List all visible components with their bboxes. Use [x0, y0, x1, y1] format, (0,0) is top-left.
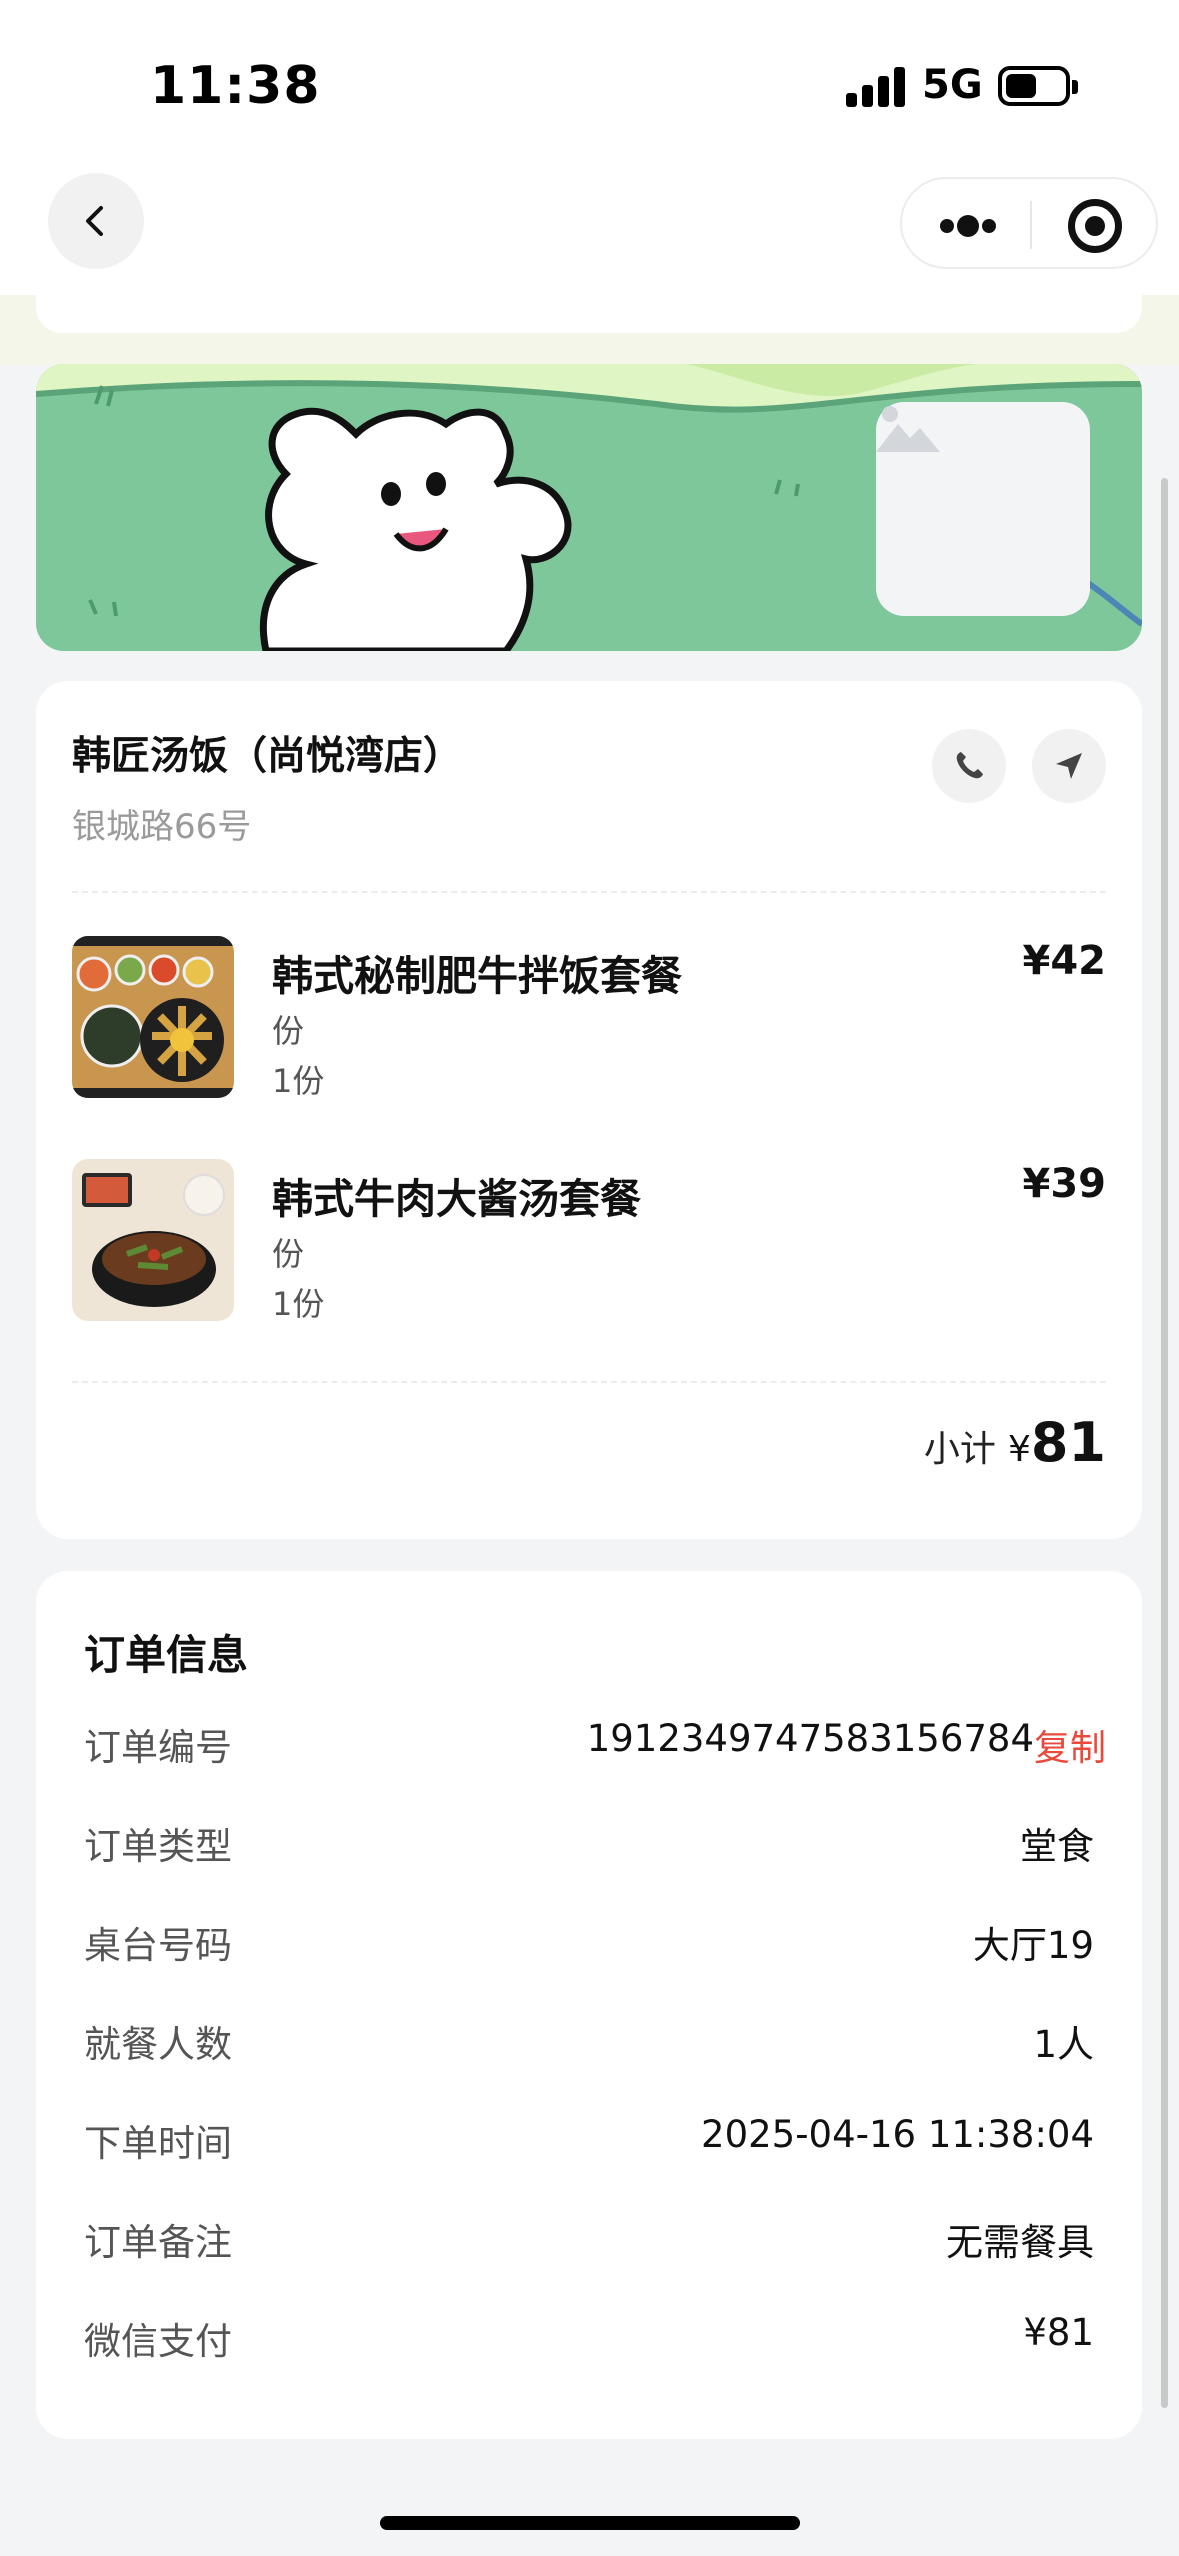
- item-unit: 份: [272, 1012, 305, 1050]
- row-label: 就餐人数: [84, 2023, 232, 2066]
- bibimbap-image: [72, 936, 234, 1098]
- signal-icon: [846, 65, 906, 107]
- nav-bar: [0, 165, 1179, 295]
- item-quantity: 1份: [272, 1062, 325, 1100]
- top-strip: [0, 295, 1179, 365]
- store-name: 韩匠汤饭（尚悦湾店）: [72, 734, 463, 779]
- row-value: 无需餐具: [946, 2221, 1094, 2264]
- row-label: 订单编号: [84, 1726, 232, 1769]
- item-price: ¥42: [1022, 938, 1107, 984]
- order-number-row: 订单编号 1912349747583156784 复制: [84, 1717, 1106, 1777]
- subtotal-amount: 81: [1030, 1411, 1106, 1474]
- target-circle-icon[interactable]: [1068, 199, 1122, 253]
- stew-image: [72, 1159, 234, 1321]
- order-item: 韩式牛肉大酱汤套餐 份 1份 ¥39: [72, 1159, 1106, 1324]
- item-unit: 份: [272, 1235, 305, 1273]
- row-value: ¥81: [1023, 2311, 1094, 2354]
- divider: [72, 891, 1106, 893]
- phone-icon: [956, 752, 983, 779]
- order-type-row: 订单类型 堂食: [84, 1816, 1106, 1876]
- image-placeholder-icon: [876, 406, 940, 452]
- item-price: ¥39: [1022, 1161, 1107, 1207]
- row-label: 桌台号码: [84, 1924, 232, 1967]
- store-card: 韩匠汤饭（尚悦湾店） 银城路66号 韩式秘制肥牛拌饭套餐 份 1份 ¥42 韩式…: [36, 681, 1142, 1539]
- home-indicator[interactable]: [380, 2516, 800, 2530]
- chevron-left-icon: [86, 206, 103, 236]
- scrollbar[interactable]: [1161, 478, 1168, 2408]
- item-quantity: 1份: [272, 1285, 325, 1323]
- subtotal-label: 小计: [923, 1429, 996, 1470]
- order-note-row: 订单备注 无需餐具: [84, 2212, 1106, 2272]
- navigate-arrow-icon: [1056, 753, 1082, 779]
- row-label: 下单时间: [84, 2122, 232, 2165]
- order-info-title: 订单信息: [84, 1631, 248, 1679]
- diners-row: 就餐人数 1人: [84, 2014, 1106, 2074]
- status-time: 11:38: [150, 56, 321, 116]
- mini-program-capsule: [900, 177, 1158, 269]
- copy-button[interactable]: 复制: [1034, 1719, 1106, 1771]
- call-store-button[interactable]: [932, 729, 1006, 803]
- row-value: 堂食: [1020, 1825, 1094, 1868]
- row-label: 订单备注: [84, 2221, 232, 2264]
- subtotal-currency: ¥: [1007, 1429, 1031, 1470]
- more-dots-icon[interactable]: [938, 211, 998, 239]
- subtotal: 小计 ¥ 81: [924, 1411, 1106, 1474]
- item-name: 韩式牛肉大酱汤套餐: [272, 1175, 641, 1223]
- divider: [72, 1381, 1106, 1383]
- network-label: 5G: [922, 62, 983, 108]
- row-value: 2025-04-16 11:38:04: [701, 2113, 1094, 2156]
- order-time-row: 下单时间 2025-04-16 11:38:04: [84, 2113, 1106, 2173]
- row-value: 1人: [1033, 2023, 1094, 2066]
- image-placeholder: [876, 402, 1090, 616]
- row-label: 订单类型: [84, 1825, 232, 1868]
- row-value: 大厅19: [972, 1924, 1094, 1967]
- order-info-card: 订单信息 订单编号 1912349747583156784 复制 订单类型 堂食…: [36, 1571, 1142, 2439]
- payment-row: 微信支付 ¥81: [84, 2311, 1106, 2371]
- battery-icon: [998, 66, 1078, 106]
- navigate-button[interactable]: [1032, 729, 1106, 803]
- store-banner: [36, 364, 1142, 651]
- back-button[interactable]: [48, 173, 144, 269]
- status-bar: 11:38 5G: [0, 0, 1179, 165]
- table-number-row: 桌台号码 大厅19: [84, 1915, 1106, 1975]
- order-number: 1912349747583156784: [586, 1717, 1034, 1760]
- row-label: 微信支付: [84, 2320, 232, 2363]
- item-name: 韩式秘制肥牛拌饭套餐: [272, 952, 682, 1000]
- store-address: 银城路66号: [72, 807, 252, 847]
- order-item: 韩式秘制肥牛拌饭套餐 份 1份 ¥42: [72, 936, 1106, 1101]
